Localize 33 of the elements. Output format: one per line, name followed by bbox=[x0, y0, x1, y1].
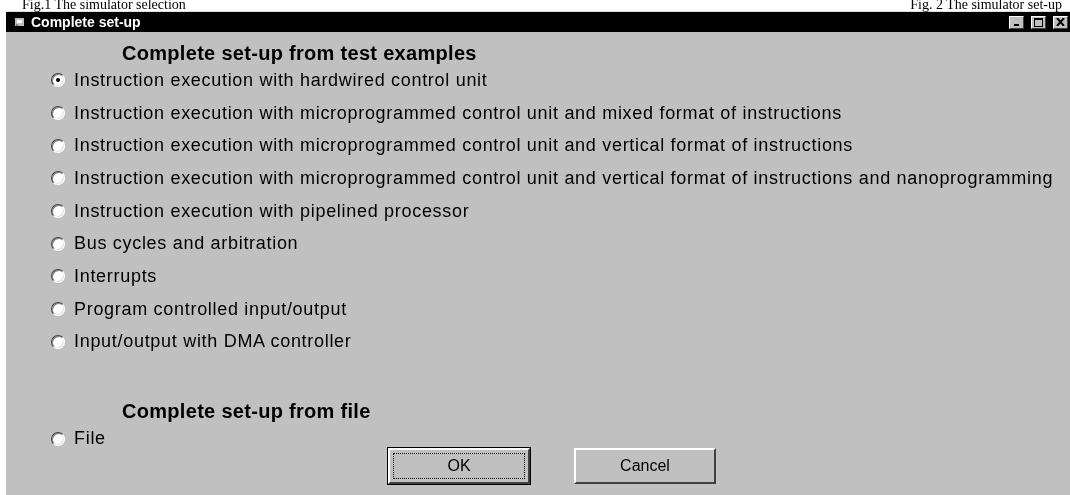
option-label: Instruction execution with microprogrammed control unit and vertical format of instructions and nanoprogramming bbox=[74, 167, 1054, 189]
app-icon bbox=[14, 17, 25, 27]
radio-button[interactable] bbox=[51, 73, 65, 88]
radio-button[interactable] bbox=[51, 106, 65, 121]
radio-button[interactable] bbox=[51, 334, 65, 349]
option-label: Program controlled input/output bbox=[74, 298, 347, 320]
figure-caption: Fig.1 The simulator selection bbox=[22, 0, 186, 11]
option-label: Instruction execution with microprogrammed control unit and mixed format of instructions bbox=[74, 102, 842, 124]
option-label: Interrupts bbox=[74, 265, 158, 287]
option-label: Instruction execution with pipelined processor bbox=[74, 200, 470, 222]
option-label: File bbox=[74, 428, 106, 450]
window-title: Complete set-up bbox=[31, 14, 142, 30]
radio-button[interactable] bbox=[51, 302, 65, 317]
section-heading: Complete set-up from test examples bbox=[122, 42, 478, 64]
option-label: Bus cycles and arbitration bbox=[74, 233, 299, 255]
maximize-icon bbox=[1034, 17, 1043, 27]
ok-button[interactable]: OK bbox=[388, 447, 530, 484]
option-label: Input/output with DMA controller bbox=[74, 331, 352, 353]
figure-caption: Fig. 2 The simulator set-up bbox=[910, 0, 1062, 11]
maximize-button[interactable] bbox=[1031, 15, 1046, 29]
close-button[interactable] bbox=[1053, 15, 1068, 29]
radio-button[interactable] bbox=[51, 269, 65, 284]
option-label: Instruction execution with microprogrammed control unit and vertical format of instructions bbox=[74, 135, 853, 157]
radio-button[interactable] bbox=[51, 171, 65, 186]
section-heading: Complete set-up from file bbox=[122, 400, 372, 423]
option-label: Instruction execution with hardwired control unit bbox=[74, 69, 488, 91]
radio-button[interactable] bbox=[51, 204, 65, 219]
minimize-button[interactable] bbox=[1009, 15, 1024, 29]
radio-button[interactable] bbox=[51, 431, 65, 446]
cancel-button[interactable]: Cancel bbox=[574, 447, 716, 484]
close-icon bbox=[1056, 18, 1065, 26]
radio-button[interactable] bbox=[51, 138, 65, 153]
radio-button[interactable] bbox=[51, 236, 65, 251]
